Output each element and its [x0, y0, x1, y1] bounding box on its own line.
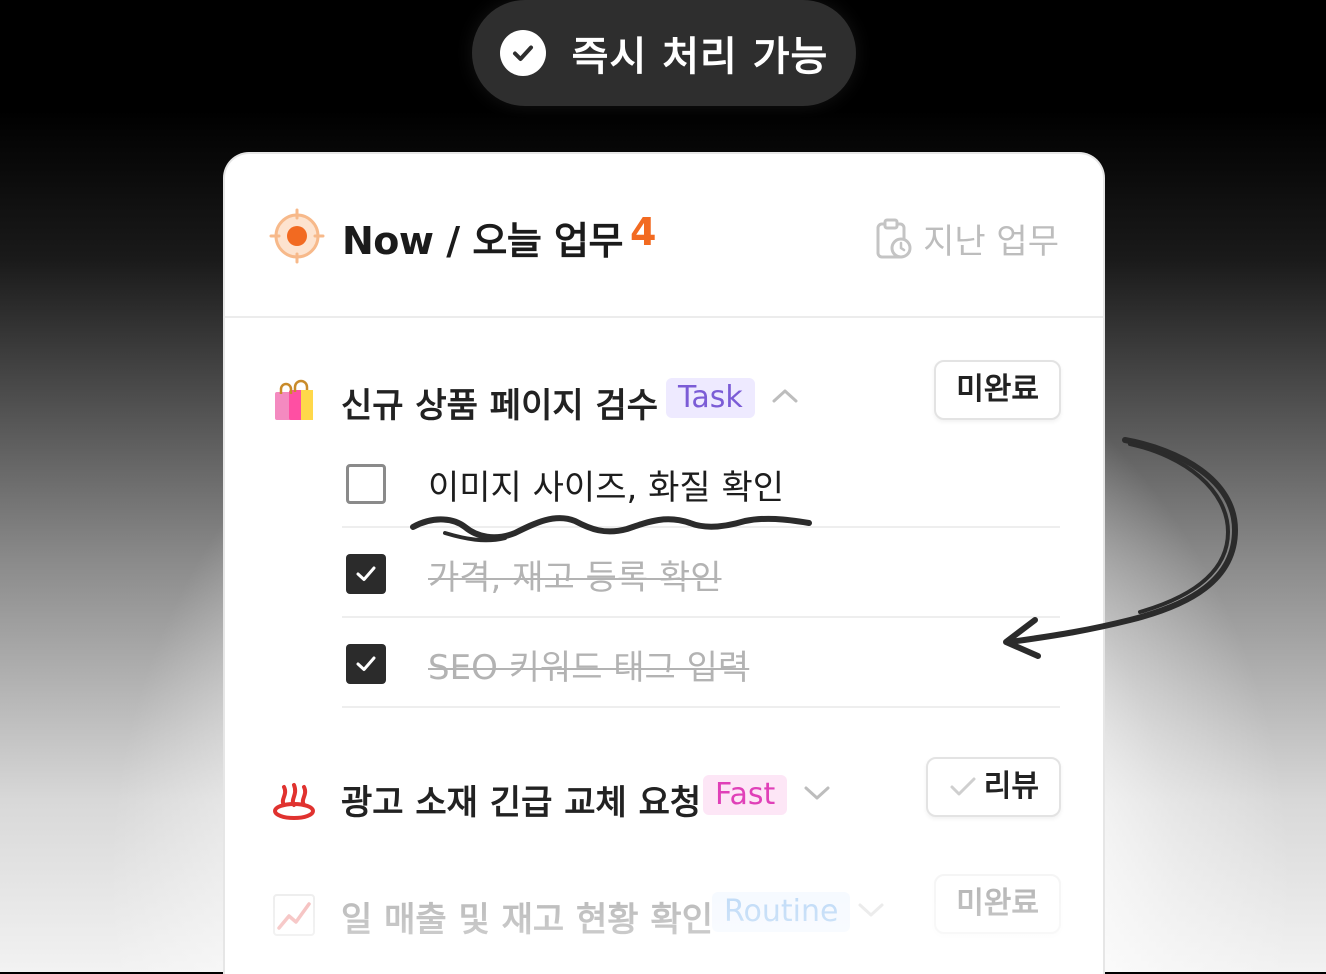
task-group-ad-replacement[interactable]: 광고 소재 긴급 교체 요청 Fast 리뷰	[225, 757, 1103, 829]
chevron-up-icon[interactable]	[771, 386, 799, 406]
check-icon	[950, 777, 976, 796]
subtask-label: SEO 키워드 태그 입력	[428, 648, 750, 688]
scribble-underline	[410, 515, 812, 543]
shopping-bags-icon	[275, 379, 313, 420]
subtask-row[interactable]: SEO 키워드 태그 입력	[342, 616, 1060, 708]
past-tasks-button[interactable]: 지난 업무	[875, 214, 1059, 263]
review-label: 리뷰	[983, 769, 1039, 804]
task-group-title: 신규 상품 페이지 검수	[341, 386, 659, 426]
tag-task: Task	[666, 378, 755, 418]
page-title: Now / 오늘 업무	[342, 219, 623, 263]
target-icon	[269, 208, 325, 264]
check-icon	[356, 566, 376, 581]
subtask-label: 이미지 사이즈, 화질 확인	[428, 468, 785, 508]
hot-springs-icon	[273, 783, 315, 820]
check-icon	[356, 656, 376, 671]
card-header: Now / 오늘 업무 4 지난 업무	[225, 154, 1103, 318]
status-button[interactable]: 미완료	[934, 360, 1061, 420]
badge-label: 즉시 처리 가능	[571, 34, 829, 80]
checkbox-checked[interactable]	[346, 554, 386, 594]
subtask-label: 가격, 재고 등록 확인	[428, 558, 722, 598]
chart-increasing-icon	[273, 894, 315, 936]
task-count: 4	[630, 210, 657, 254]
chevron-down-icon[interactable]	[803, 783, 831, 803]
today-tasks-card: Now / 오늘 업무 4 지난 업무 신규 상품 페이지 검수 Task 미완…	[223, 152, 1105, 974]
tag-routine: Routine	[712, 892, 851, 932]
task-group-product-review[interactable]: 신규 상품 페이지 검수 Task 미완료	[225, 360, 1103, 432]
task-group-title: 광고 소재 긴급 교체 요청	[341, 783, 702, 823]
status-button[interactable]: 미완료	[934, 874, 1061, 934]
task-group-daily-sales[interactable]: 일 매출 및 재고 현황 확인 Routine 미완료	[225, 874, 1103, 946]
chevron-down-icon[interactable]	[857, 900, 885, 920]
review-button[interactable]: 리뷰	[925, 757, 1061, 817]
task-group-title: 일 매출 및 재고 현황 확인	[341, 900, 713, 940]
checkbox-checked[interactable]	[346, 644, 386, 684]
clipboard-clock-icon	[876, 218, 912, 258]
checkbox-unchecked[interactable]	[346, 464, 386, 504]
curved-arrow	[1003, 437, 1238, 659]
tag-fast: Fast	[703, 775, 788, 815]
past-tasks-label: 지난 업무	[923, 222, 1059, 262]
check-circle-icon	[499, 30, 546, 76]
instant-processing-badge: 즉시 처리 가능	[472, 0, 856, 106]
